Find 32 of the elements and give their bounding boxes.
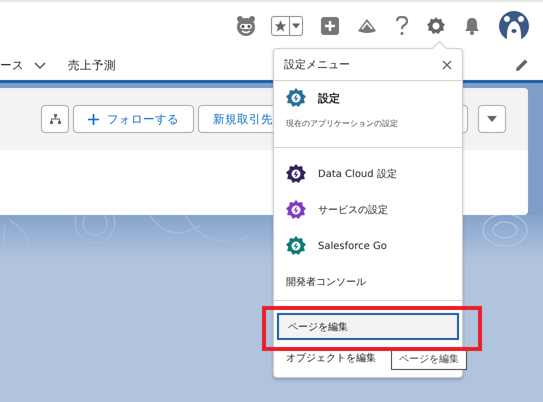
star-icon xyxy=(274,18,288,34)
menu-item-description: 現在のアプリケーションの設定 xyxy=(285,118,399,130)
more-actions-button[interactable] xyxy=(478,105,506,133)
edit-pencil-icon[interactable] xyxy=(515,58,529,72)
menu-item[interactable]: ページを編集 xyxy=(277,313,459,340)
menu-item[interactable]: 設定 xyxy=(318,90,340,106)
gear-icon[interactable] xyxy=(286,164,306,184)
menu-item[interactable]: サービスの設定 xyxy=(318,203,388,217)
hierarchy-icon xyxy=(50,114,60,124)
tooltip: ページを編集 xyxy=(391,349,467,370)
gear-icon[interactable] xyxy=(286,200,306,220)
nav-tab[interactable]: ース xyxy=(0,58,24,72)
follow-button[interactable]: フォローする xyxy=(73,105,194,133)
menu-title: 設定メニュー xyxy=(284,57,350,72)
caret-icon xyxy=(487,116,497,122)
favorites-button[interactable] xyxy=(271,16,303,36)
notification-bell-icon[interactable] xyxy=(463,17,481,35)
plus-icon xyxy=(88,114,99,124)
hierarchy-button[interactable] xyxy=(41,105,69,133)
settings-icon[interactable] xyxy=(427,17,445,35)
chevron-down-icon[interactable] xyxy=(34,62,46,68)
menu-item[interactable]: 開発者コンソール xyxy=(274,264,462,300)
menu-item[interactable]: Data Cloud 設定 xyxy=(318,167,397,181)
mountain-icon[interactable] xyxy=(357,18,377,34)
avatar-icon[interactable] xyxy=(499,11,529,41)
mascot-icon[interactable] xyxy=(235,15,257,37)
close-icon[interactable] xyxy=(442,60,452,70)
menu-item[interactable]: Salesforce Go xyxy=(318,240,387,252)
help-icon[interactable] xyxy=(395,16,409,36)
nav-tab[interactable]: 売上予測 xyxy=(68,58,116,72)
caret-icon xyxy=(292,23,300,29)
add-icon[interactable] xyxy=(321,17,339,35)
